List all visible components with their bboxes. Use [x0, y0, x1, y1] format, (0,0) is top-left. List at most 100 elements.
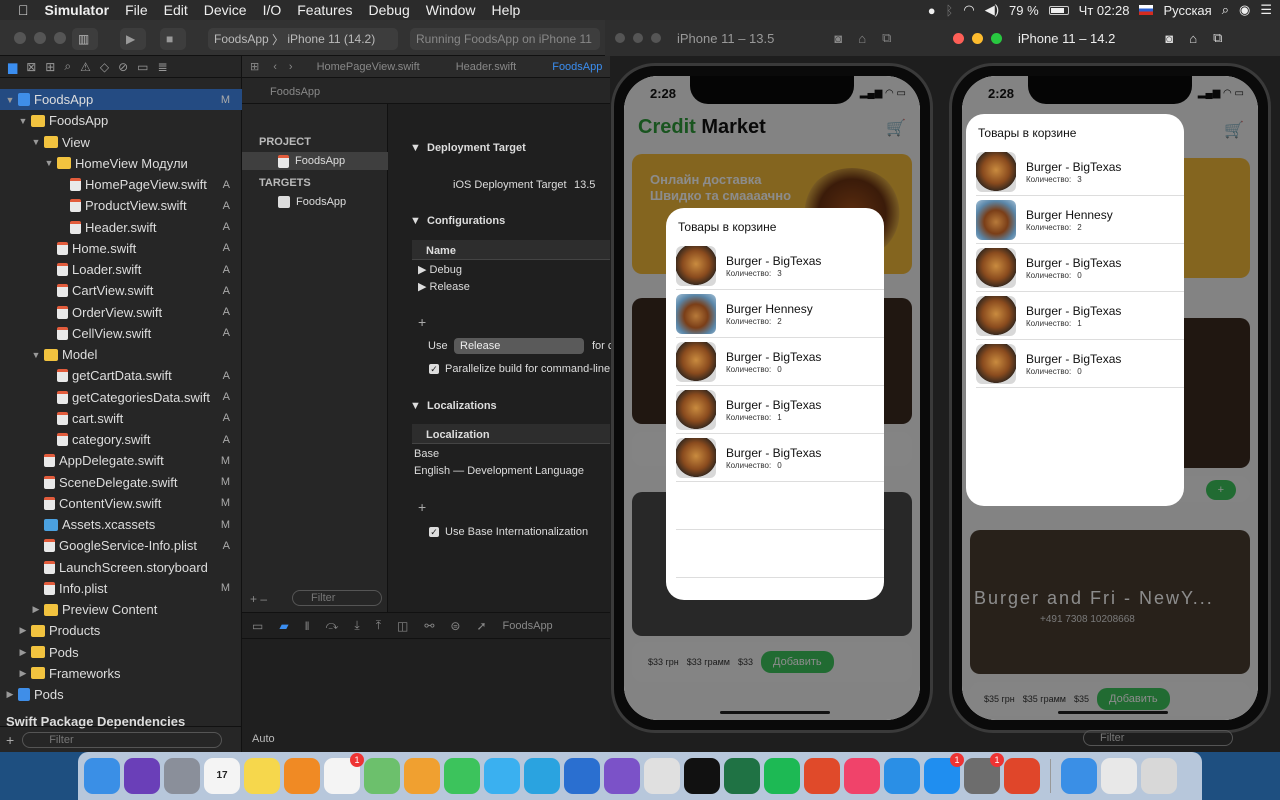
navigator-item[interactable]: cart.swift A — [0, 408, 242, 429]
menu-features[interactable]: Features — [289, 0, 360, 20]
symbol-icon[interactable]: ⊞ — [45, 60, 55, 74]
navigator-item[interactable]: Info.plist M — [0, 578, 242, 599]
navigator-item[interactable]: ▶ Pods — [0, 684, 242, 705]
facetime-icon[interactable] — [444, 758, 480, 794]
tab-homepageview[interactable]: HomePageView.swift — [299, 61, 438, 73]
appletv-icon[interactable] — [684, 758, 720, 794]
telegram-status-icon[interactable]: ● — [928, 3, 936, 18]
rotate-icon[interactable]: ⧉ — [882, 30, 891, 46]
disclosure-icon[interactable]: ▼ — [4, 95, 16, 105]
excel-icon[interactable] — [724, 758, 760, 794]
input-source[interactable]: Русская — [1163, 3, 1211, 18]
cart-item[interactable]: Burger - BigTexas Количество: 0 — [676, 338, 884, 386]
downloads-icon[interactable] — [1101, 758, 1137, 794]
bluetooth-icon[interactable]: ᛒ — [946, 3, 954, 18]
add-target-icon[interactable]: + – — [250, 592, 267, 606]
sim1-min-button[interactable] — [633, 33, 643, 43]
window-close-button[interactable] — [14, 32, 26, 44]
disclosure-icon[interactable]: ▼ — [30, 137, 42, 147]
navigator-item[interactable]: getCartData.swift A — [0, 365, 242, 386]
test-icon[interactable]: ◇ — [100, 60, 109, 74]
auto-popup[interactable]: Auto — [252, 733, 275, 745]
localizations-header[interactable]: ▼ Localizations — [410, 400, 497, 412]
cart-item[interactable]: Burger Hennesy Количество: 2 — [976, 196, 1184, 244]
hide-debug-icon[interactable]: ▭ — [252, 619, 263, 633]
disclosure-icon[interactable]: ▼ — [17, 116, 29, 126]
battery-percent[interactable]: 79 % — [1009, 3, 1039, 18]
forward-icon[interactable]: › — [283, 61, 299, 73]
sim2-min-button[interactable] — [972, 32, 983, 44]
breakpoints-icon[interactable]: ▰ — [279, 619, 288, 633]
postman-icon[interactable] — [804, 758, 840, 794]
apple-menu-icon[interactable]:  — [0, 0, 37, 20]
cart-item[interactable]: Burger - BigTexas Количество: 0 — [676, 434, 884, 482]
navigator-item[interactable]: ▼ Model — [0, 344, 242, 365]
navigator-item[interactable]: ▶ Pods — [0, 642, 242, 663]
menu-file[interactable]: File — [117, 0, 156, 20]
run-button[interactable]: ▶ — [120, 28, 146, 50]
navigator-item[interactable]: Home.swift A — [0, 238, 242, 259]
memory-graph-icon[interactable]: ⚯ — [424, 619, 434, 633]
navigator-item[interactable]: ▼ FoodsApp M — [0, 89, 242, 110]
step-in-icon[interactable]: ⤓ — [354, 618, 359, 633]
source-control-icon[interactable]: ⊠ — [26, 60, 36, 74]
navigator-item[interactable]: LaunchScreen.storyboard — [0, 557, 242, 578]
siri-icon[interactable] — [124, 758, 160, 794]
control-center-icon[interactable]: ☰ — [1260, 2, 1272, 18]
grid-icon[interactable]: ⊞ — [242, 60, 267, 73]
sim2-close-button[interactable] — [953, 32, 964, 44]
calendar-icon[interactable]: 17 — [204, 758, 240, 794]
disclosure-icon[interactable]: ▼ — [43, 158, 55, 168]
targets-filter-field[interactable]: Filter — [292, 590, 382, 606]
folder-icon[interactable]: ▆ — [8, 60, 17, 74]
jump-bar[interactable]: FoodsApp — [242, 78, 610, 104]
system-preferences-icon[interactable]: 1 — [964, 753, 1004, 794]
disclosure-icon[interactable]: ▼ — [30, 350, 42, 360]
cart-item[interactable]: Burger - BigTexas Количество: 3 — [676, 242, 884, 290]
screenshot-icon[interactable]: ◙ — [834, 31, 842, 46]
disclosure-icon[interactable]: ▶ — [17, 625, 29, 636]
tab-header[interactable]: Header.swift — [438, 61, 535, 73]
telegram-icon[interactable] — [524, 758, 560, 794]
pause-icon[interactable]: ‖ — [305, 619, 310, 633]
simulator-filter-field[interactable]: Filter — [1083, 730, 1233, 746]
finder-icon[interactable] — [84, 758, 120, 794]
localization-row-base[interactable]: Base — [414, 448, 439, 460]
location-icon[interactable]: ➚ — [476, 619, 486, 633]
chrome-icon[interactable] — [644, 758, 680, 794]
screenshot-icon[interactable]: ◙ — [1165, 31, 1173, 46]
cart-item[interactable]: Burger - BigTexas Количество: 0 — [976, 340, 1184, 388]
report-icon[interactable]: ≣ — [158, 60, 168, 74]
navigator-item[interactable]: ▼ View — [0, 132, 242, 153]
find-icon[interactable]: ⌕ — [64, 59, 71, 74]
navigator-item[interactable]: GoogleService-Info.plist A — [0, 535, 242, 556]
home-indicator[interactable] — [1058, 711, 1168, 714]
disclosure-icon[interactable]: ▶ — [17, 668, 29, 679]
add-icon[interactable]: + — [6, 732, 14, 748]
disclosure-icon[interactable]: ▶ — [17, 647, 29, 658]
launchpad-icon[interactable] — [164, 758, 200, 794]
cart-item[interactable]: Burger Hennesy Количество: 2 — [676, 290, 884, 338]
menu-debug[interactable]: Debug — [360, 0, 417, 20]
config-row-release[interactable]: ▶ Release — [418, 280, 470, 293]
navigator-item[interactable]: Loader.swift A — [0, 259, 242, 280]
trash-icon[interactable] — [1141, 758, 1177, 794]
menu-help[interactable]: Help — [484, 0, 529, 20]
navigator-item[interactable]: ProductView.swift A — [0, 195, 242, 216]
sim1-zoom-button[interactable] — [651, 33, 661, 43]
wifi-icon[interactable]: ◠ — [963, 2, 974, 18]
spotify-icon[interactable] — [764, 758, 800, 794]
menu-device[interactable]: Device — [196, 0, 255, 20]
navigator-item[interactable]: ▶ Frameworks — [0, 663, 242, 684]
step-over-icon[interactable]: ⤼ — [326, 618, 339, 633]
navigator-item[interactable]: getCategoriesData.swift A — [0, 387, 242, 408]
volume-icon[interactable]: ◀) — [985, 2, 999, 18]
app-menu[interactable]: Simulator — [37, 0, 118, 20]
navigator-item[interactable]: CellView.swift A — [0, 323, 242, 344]
view-hierarchy-icon[interactable]: ◫ — [397, 619, 408, 633]
navigator-item[interactable]: ContentView.swift M — [0, 493, 242, 514]
cart-item[interactable]: Burger - BigTexas Количество: 3 — [976, 148, 1184, 196]
safari-icon[interactable] — [884, 758, 920, 794]
environment-icon[interactable]: ⊜ — [450, 619, 460, 633]
deployment-target-value[interactable]: 13.5 — [574, 179, 595, 191]
